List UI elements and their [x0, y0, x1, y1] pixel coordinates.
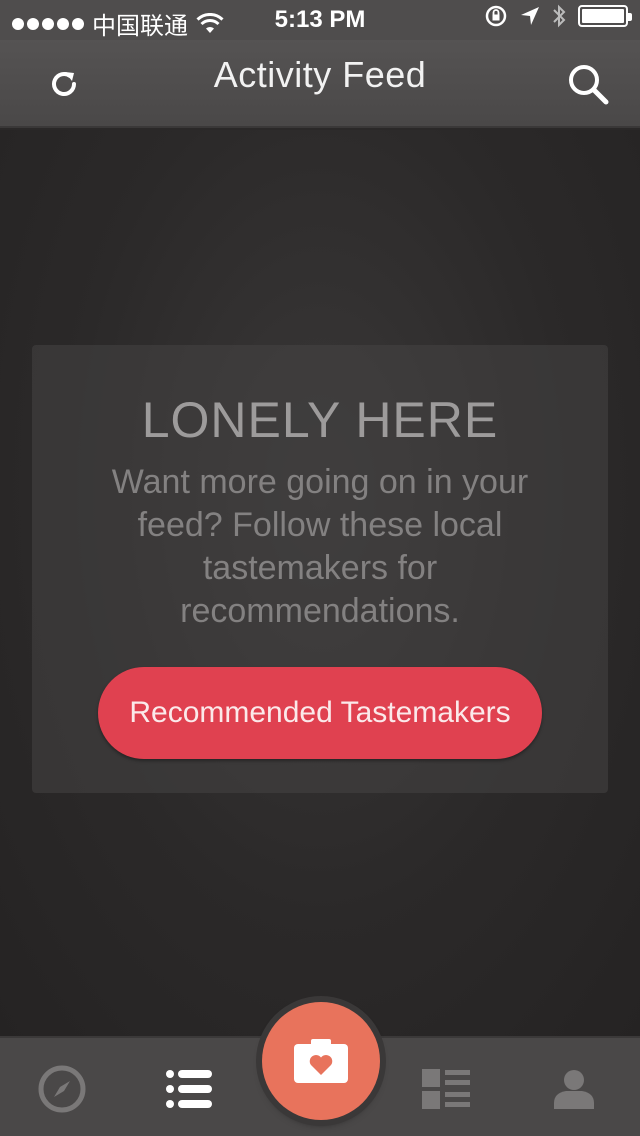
location-arrow-icon: [521, 7, 539, 25]
empty-state-title: LONELY HERE: [141, 392, 499, 448]
grid-list-icon: [422, 1069, 470, 1109]
search-button[interactable]: [560, 58, 616, 110]
tab-explore[interactable]: [26, 1056, 98, 1122]
empty-state-message: Want more going on in your feed? Follow …: [111, 463, 529, 630]
camera-button[interactable]: [262, 1002, 380, 1120]
status-right: [484, 4, 632, 28]
page-title: Activity Feed: [213, 54, 427, 95]
empty-state-card: LONELY HERE Want more going on in your f…: [32, 345, 608, 793]
bluetooth-icon: [553, 4, 566, 28]
compass-icon: [38, 1065, 86, 1113]
activity-feed-content: LONELY HERE Want more going on in your f…: [0, 130, 640, 1036]
search-icon: [569, 65, 609, 105]
nav-bar: Activity Feed: [0, 40, 640, 128]
orientation-lock-icon: [485, 5, 507, 27]
status-bar: 中国联通 5:13 PM: [0, 0, 640, 40]
tab-profile[interactable]: [538, 1056, 610, 1122]
recommended-tastemakers-button[interactable]: Recommended Tastemakers: [98, 667, 542, 759]
tab-activity-feed[interactable]: [153, 1056, 225, 1122]
list-icon: [166, 1070, 212, 1108]
person-icon: [554, 1070, 594, 1109]
battery-icon: [578, 5, 632, 27]
camera-heart-icon: [294, 1039, 348, 1083]
tab-lists[interactable]: [410, 1056, 482, 1122]
